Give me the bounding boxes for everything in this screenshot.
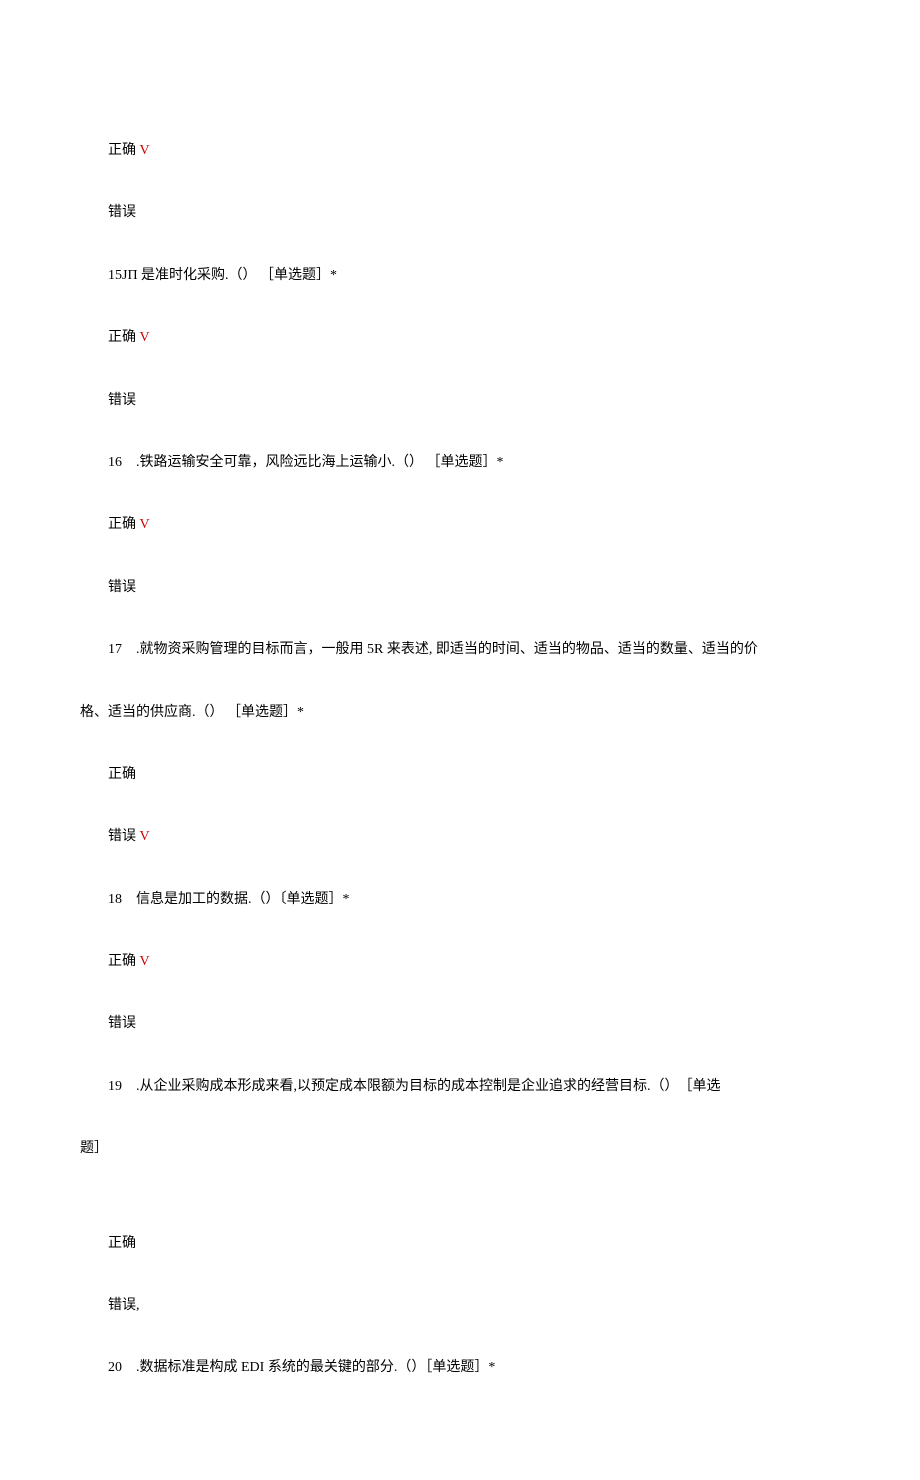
answer-wrong-text: 错误,: [108, 1298, 140, 1313]
question-text: 19 .从企业采购成本形成来看,以预定成本限额为目标的成本控制是企业追求的经营目…: [108, 1079, 721, 1094]
question-20: 20 .数据标准是构成 EDI 系统的最关键的部分.（）［单选题］*: [80, 1357, 840, 1379]
question-text: 17 .就物资采购管理的目标而言，一般用 5R 来表述, 即适当的时间、适当的物…: [108, 642, 758, 657]
question-19-line1: 19 .从企业采购成本形成来看,以预定成本限额为目标的成本控制是企业追求的经营目…: [80, 1076, 840, 1098]
check-icon: V: [136, 954, 150, 969]
answer-correct: 正确 V: [80, 514, 840, 536]
answer-correct-text: 正确: [108, 954, 136, 969]
question-17-line2: 格、适当的供应商.（） ［单选题］*: [80, 702, 840, 724]
question-text: 15JΠ 是准时化采购.（） ［单选题］*: [108, 268, 337, 283]
answer-wrong: 错误: [80, 577, 840, 599]
answer-wrong: 错误: [80, 1013, 840, 1035]
answer-correct-text: 正确: [108, 330, 136, 345]
answer-correct-text: 正确: [108, 767, 136, 782]
answer-correct-text: 正确: [108, 1236, 136, 1251]
answer-wrong-text: 错误: [108, 580, 136, 595]
answer-correct: 正确 V: [80, 327, 840, 349]
question-text: 18 信息是加工的数据.（）〔单选题］*: [108, 892, 350, 907]
answer-correct-text: 正确: [108, 143, 136, 158]
answer-wrong-text: 错误: [108, 205, 136, 220]
answer-wrong: 错误,: [80, 1295, 840, 1317]
question-text: 题］: [80, 1141, 108, 1156]
answer-wrong: 错误 V: [80, 826, 840, 848]
answer-correct: 正确 V: [80, 951, 840, 973]
answer-correct: 正确: [80, 764, 840, 786]
answer-correct: 正确: [80, 1233, 840, 1255]
question-text: 16 .铁路运输安全可靠，风险远比海上运输小.（） ［单选题］*: [108, 455, 504, 470]
answer-wrong-text: 错误: [108, 393, 136, 408]
answer-wrong-text: 错误: [108, 829, 136, 844]
question-18: 18 信息是加工的数据.（）〔单选题］*: [80, 889, 840, 911]
answer-wrong: 错误: [80, 202, 840, 224]
question-text: 格、适当的供应商.（） ［单选题］*: [80, 705, 304, 720]
answer-wrong-text: 错误: [108, 1016, 136, 1031]
check-icon: V: [136, 829, 150, 844]
check-icon: V: [136, 330, 150, 345]
answer-correct-text: 正确: [108, 517, 136, 532]
question-15: 15JΠ 是准时化采购.（） ［单选题］*: [80, 265, 840, 287]
question-text: 20 .数据标准是构成 EDI 系统的最关键的部分.（）［单选题］*: [108, 1360, 495, 1375]
question-19-line2: 题］: [80, 1138, 840, 1160]
answer-wrong: 错误: [80, 390, 840, 412]
check-icon: V: [136, 517, 150, 532]
answer-correct: 正确 V: [80, 140, 840, 162]
check-icon: V: [136, 143, 150, 158]
question-16: 16 .铁路运输安全可靠，风险远比海上运输小.（） ［单选题］*: [80, 452, 840, 474]
question-17-line1: 17 .就物资采购管理的目标而言，一般用 5R 来表述, 即适当的时间、适当的物…: [80, 639, 840, 661]
